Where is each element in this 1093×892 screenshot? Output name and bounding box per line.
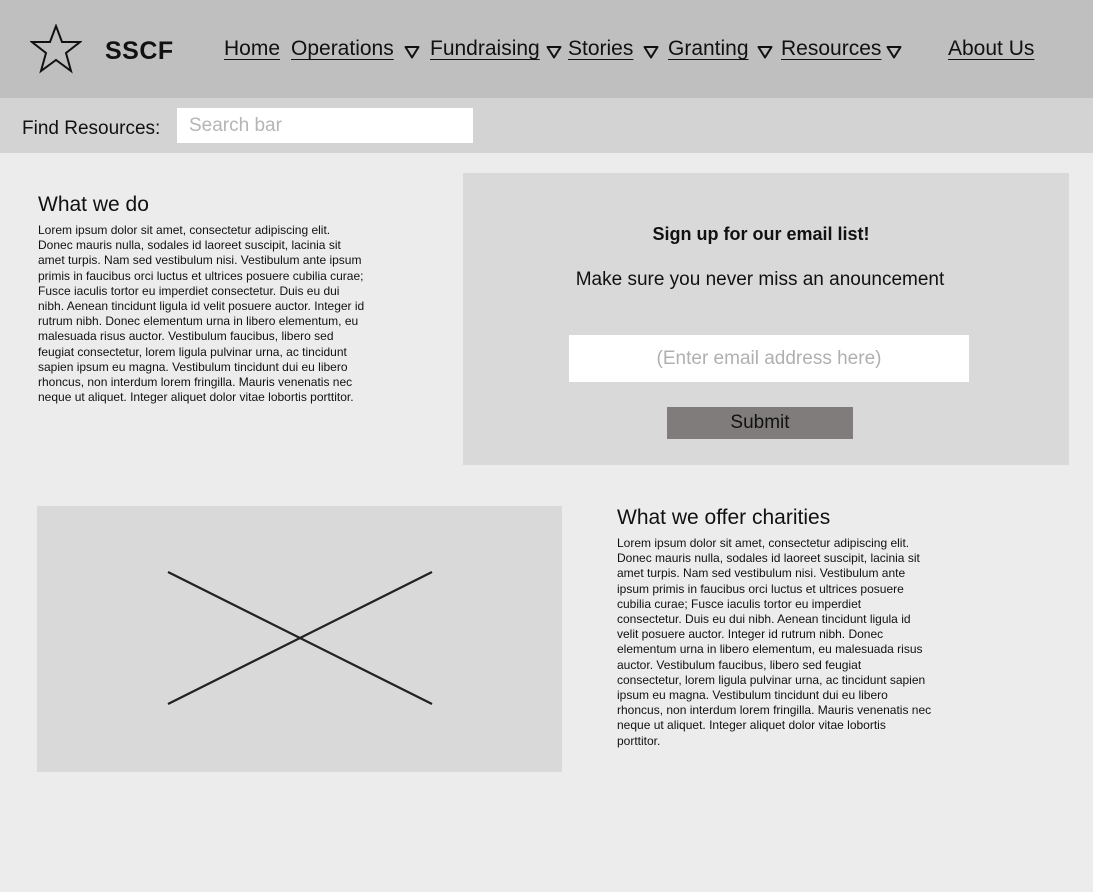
text-line: Lorem ipsum dolor sit amet, consectetur … <box>617 536 910 550</box>
find-resources-bar <box>0 98 1093 153</box>
signup-title: Sign up for our email list! <box>652 224 870 244</box>
search-input[interactable] <box>177 108 473 143</box>
find-resources-label: Find Resources: <box>22 118 161 139</box>
image-placeholder-icon <box>167 571 433 705</box>
offer-title: What we offer charities <box>617 506 831 529</box>
email-field[interactable] <box>569 335 969 382</box>
triangle-down-icon[interactable] <box>757 45 773 59</box>
nav-operations[interactable]: Operations <box>291 37 394 61</box>
triangle-down-icon[interactable] <box>643 45 659 59</box>
text-line: amet turpis. Nam sed vestibulum nisi. Ve… <box>38 253 362 268</box>
text-line: Lorem ipsum dolor sit amet, consectetur … <box>38 223 331 237</box>
text-line: cubilia curae; Fusce iaculis tortor eu i… <box>617 596 862 611</box>
text-line: auctor. Vestibulum faucibus, libero sed … <box>617 657 862 672</box>
offer-text: Lorem ipsum dolor sit amet, consectetur … <box>617 536 931 749</box>
nav-stories[interactable]: Stories <box>568 37 633 61</box>
signup-subtitle: Make sure you never miss an anouncement <box>575 269 945 290</box>
text-line: neque ut aliquet. Integer aliquet dolor … <box>38 390 354 405</box>
text-line: primis in faucibus orci luctus et ultric… <box>38 268 364 283</box>
text-line: consectetur. Duis eu dui nibh. Aenean ti… <box>617 612 911 627</box>
text-line: porttitor. <box>617 733 661 748</box>
what-we-do-title: What we do <box>38 193 149 216</box>
text-line: rutrum nibh. Donec elementum urna in lib… <box>38 314 359 329</box>
star-icon[interactable] <box>30 24 82 74</box>
text-line: Donec mauris nulla, sodales id laoreet s… <box>38 238 341 253</box>
nav-home[interactable]: Home <box>224 37 280 61</box>
text-line: elementum urna in libero elementum, eu m… <box>617 642 923 657</box>
text-line: sapien ipsum eu magna. Vestibulum tincid… <box>38 359 348 374</box>
triangle-down-icon[interactable] <box>546 45 562 59</box>
brand-name[interactable]: SSCF <box>105 37 174 66</box>
text-line: ipsum eu magna. Vestibulum tincidunt dui… <box>617 688 888 703</box>
text-line: feugiat consectetur, lorem ligula pulvin… <box>38 344 347 359</box>
text-line: nibh. Aenean tincidunt ligula id velit p… <box>38 299 365 314</box>
text-line: Donec mauris nulla, sodales id laoreet s… <box>617 551 920 566</box>
image-placeholder <box>37 506 562 772</box>
text-line: Fusce iaculis tortor eu imperdiet consec… <box>38 283 340 298</box>
text-line: neque ut aliquet. Integer aliquet dolor … <box>617 718 886 733</box>
nav-granting[interactable]: Granting <box>668 37 749 61</box>
text-line: ipsum primis in faucibus orci luctus et … <box>617 581 904 596</box>
triangle-down-icon[interactable] <box>886 45 902 59</box>
text-line: velit posuere auctor. Integer id rutrum … <box>617 627 884 642</box>
text-line: rhoncus, non interdum lorem fringilla. M… <box>617 703 932 718</box>
nav-resources[interactable]: Resources <box>781 37 881 61</box>
text-line: malesuada risus auctor. Vestibulum fauci… <box>38 329 334 344</box>
nav-about-us[interactable]: About Us <box>948 37 1034 61</box>
triangle-down-icon[interactable] <box>404 45 420 59</box>
text-line: consectetur, lorem ligula pulvinar urna,… <box>617 672 926 687</box>
text-line: rhoncus, non interdum lorem fringilla. M… <box>38 375 353 390</box>
what-we-do-text: Lorem ipsum dolor sit amet, consectetur … <box>38 223 364 405</box>
nav-fundraising[interactable]: Fundraising <box>430 37 540 61</box>
text-line: amet turpis. Nam sed vestibulum nisi. Ve… <box>617 566 906 581</box>
submit-button[interactable]: Submit <box>667 407 853 439</box>
